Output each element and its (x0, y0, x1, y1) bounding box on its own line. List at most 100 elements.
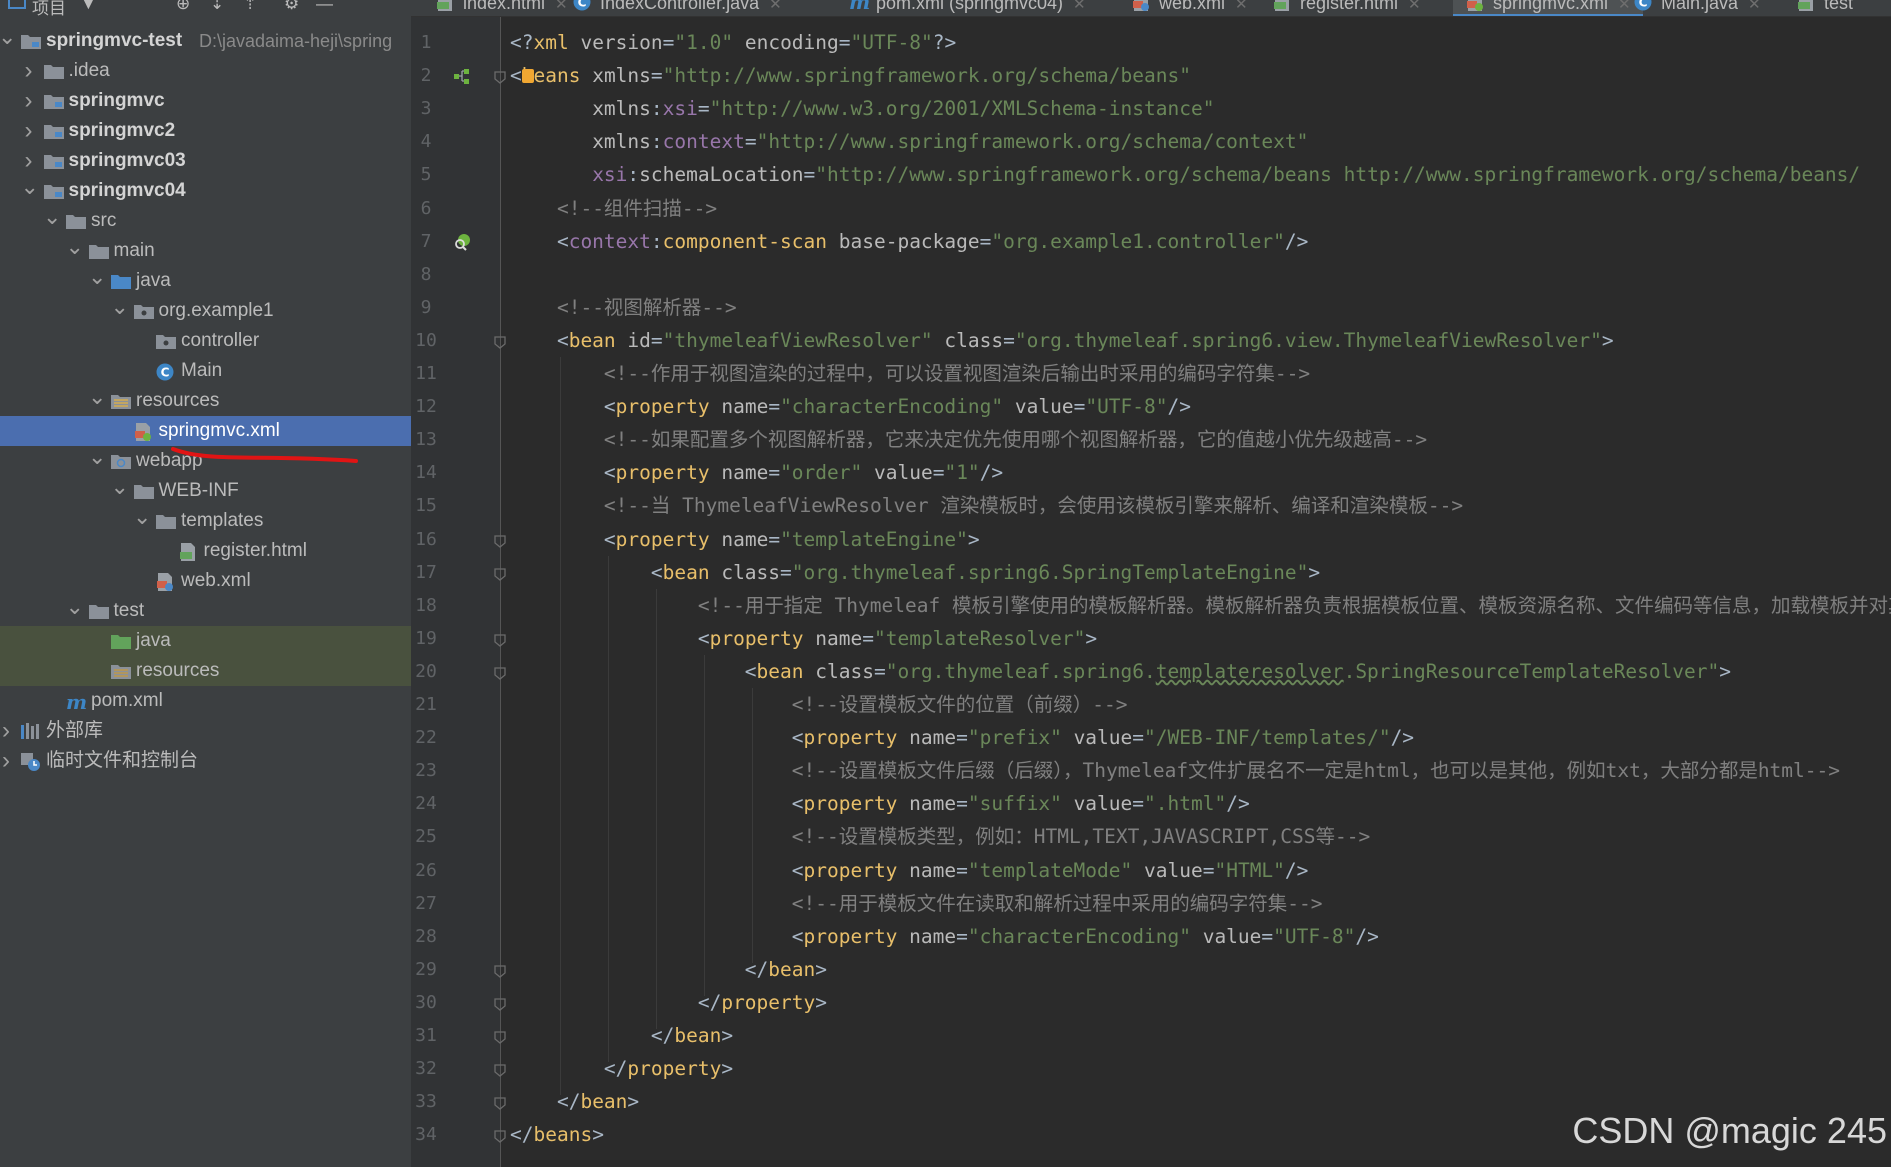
close-tab-icon[interactable]: ✕ (1748, 0, 1761, 13)
chevron-down-icon[interactable]: ⌄ (66, 236, 84, 266)
code-line[interactable]: <!--作用于视图渲染的过程中，可以设置视图渲染后输出时采用的编码字符集--> (510, 357, 1310, 390)
tree-item[interactable]: C Main (0, 356, 411, 386)
code-line[interactable]: <property name="templateEngine"> (510, 523, 980, 556)
tree-item[interactable]: web.xml (0, 566, 411, 596)
chevron-right-icon[interactable]: › (21, 56, 37, 86)
close-tab-icon[interactable]: ✕ (1408, 0, 1421, 13)
chevron-down-icon[interactable]: ⌄ (88, 446, 106, 476)
fold-marker-icon[interactable] (493, 1096, 507, 1111)
tree-item[interactable]: › 外部库 (0, 716, 411, 746)
code-line[interactable]: <property name="order" value="1"/> (510, 456, 1003, 489)
tree-item[interactable]: › springmvc03 (0, 146, 411, 176)
component-scan-gutter-icon[interactable] (452, 232, 472, 252)
intention-bulb-icon[interactable] (522, 69, 534, 84)
tree-item[interactable]: m pom.xml (0, 686, 411, 716)
collapse-all-icon[interactable]: ⇡ (243, 0, 257, 16)
editor-tab[interactable]: web.xml ✕ (1119, 0, 1260, 16)
tree-item[interactable]: register.html (0, 536, 411, 566)
tree-item[interactable]: › springmvc2 (0, 116, 411, 146)
close-tab-icon[interactable]: ✕ (1073, 0, 1086, 13)
tree-item[interactable]: resources (0, 656, 411, 686)
chevron-right-icon[interactable]: › (21, 116, 37, 146)
code-line[interactable]: <property name="templateResolver"> (510, 622, 1097, 655)
code-line[interactable]: </bean> (510, 1019, 733, 1052)
code-line[interactable]: <property name="prefix" value="/WEB-INF/… (510, 721, 1414, 754)
chevron-down-icon[interactable]: ⌄ (0, 26, 16, 56)
expand-all-icon[interactable]: ⇣ (210, 0, 224, 16)
code-line[interactable]: xmlns:context="http://www.springframewor… (510, 125, 1308, 158)
fold-marker-icon[interactable] (493, 1030, 507, 1044)
code-line[interactable]: </property> (510, 1052, 733, 1085)
code-line[interactable]: <bean class="org.thymeleaf.spring6.Sprin… (510, 556, 1320, 589)
chevron-right-icon[interactable]: › (0, 716, 14, 746)
editor-tab[interactable]: register.html ✕ (1260, 0, 1433, 16)
chevron-right-icon[interactable]: › (21, 146, 37, 176)
chevron-down-icon[interactable]: ⌄ (111, 296, 129, 326)
tree-item[interactable]: › 临时文件和控制台 (0, 746, 411, 776)
code-line[interactable]: <!--当 ThymeleafViewResolver 渲染模板时，会使用该模板… (510, 489, 1463, 522)
editor-tab[interactable]: springmvc.xml ✕ (1453, 0, 1643, 16)
fold-marker-icon[interactable] (493, 997, 507, 1011)
chevron-down-icon[interactable]: ⌄ (88, 386, 106, 416)
tree-item[interactable]: ⌄ main (0, 236, 411, 266)
fold-marker-icon[interactable] (493, 335, 507, 349)
code-line[interactable]: <!--设置模板类型，例如：HTML,TEXT,JAVASCRIPT,CSS等-… (510, 820, 1370, 853)
code-line[interactable]: <property name="characterEncoding" value… (510, 390, 1191, 423)
fold-marker-icon[interactable] (493, 534, 507, 548)
code-line[interactable]: xmlns:xsi="http://www.w3.org/2001/XMLSch… (510, 92, 1214, 125)
project-view-title[interactable]: 项目 (32, 0, 66, 18)
code-line[interactable]: <!--如果配置多个视图解析器，它来决定优先使用哪个视图解析器，它的值越小优先级… (510, 423, 1427, 456)
code-line[interactable]: <bean id="thymeleafViewResolver" class="… (510, 324, 1614, 357)
project-view-icon[interactable] (8, 0, 26, 16)
code-line[interactable]: </bean> (510, 953, 827, 986)
chevron-down-icon[interactable]: ⌄ (43, 206, 61, 236)
tree-item[interactable]: springmvc.xml (0, 416, 411, 446)
tree-item[interactable]: › .idea (0, 56, 411, 86)
chevron-right-icon[interactable]: › (21, 86, 37, 116)
tree-item[interactable]: java (0, 626, 411, 656)
code-line[interactable]: </bean> (510, 1085, 639, 1118)
tree-item[interactable]: ⌄ resources (0, 386, 411, 416)
fold-marker-icon[interactable] (493, 1063, 507, 1077)
code-line[interactable]: <property name="suffix" value=".html"/> (510, 787, 1250, 820)
code-line[interactable]: <bean class="org.thymeleaf.spring6.templ… (510, 655, 1731, 688)
fold-marker-icon[interactable] (493, 567, 507, 581)
editor-tab[interactable]: index.html ✕ (423, 0, 580, 16)
tree-item[interactable]: ⌄ java (0, 266, 411, 296)
chevron-down-icon[interactable]: ⌄ (88, 266, 106, 296)
chevron-down-icon[interactable]: ▼ (80, 0, 97, 16)
code-line[interactable]: <!--用于指定 Thymeleaf 模板引擎使用的模板解析器。模板解析器负责根… (510, 589, 1891, 622)
code-line[interactable]: <?xml version="1.0" encoding="UTF-8"?> (510, 26, 956, 59)
spring-bean-gutter-icon[interactable] (452, 66, 472, 86)
code-line[interactable]: <!--视图解析器--> (510, 291, 737, 324)
code-line[interactable]: <property name="templateMode" value="HTM… (510, 854, 1309, 887)
fold-marker-icon[interactable] (493, 1129, 507, 1144)
fold-marker-icon[interactable] (493, 666, 507, 680)
tree-item[interactable]: ⌄ WEB-INF (0, 476, 411, 506)
chevron-down-icon[interactable]: ⌄ (66, 596, 84, 626)
code-line[interactable]: xsi:schemaLocation="http://www.springfra… (510, 158, 1860, 191)
fold-marker-icon[interactable] (493, 964, 507, 978)
tree-item[interactable]: ⌄ springmvc-test D:\javadaima-heji\spring (0, 26, 411, 56)
tree-item[interactable]: controller (0, 326, 411, 356)
editor-tab[interactable]: C IndexController.java ✕ (560, 0, 794, 16)
code-line[interactable]: <context:component-scan base-package="or… (510, 225, 1308, 258)
code-line[interactable]: <beans xmlns="http://www.springframework… (510, 59, 1191, 92)
fold-marker-icon[interactable] (493, 633, 507, 647)
code-line[interactable]: <!--用于模板文件在读取和解析过程中采用的编码字符集--> (510, 887, 1323, 920)
code-line[interactable]: </property> (510, 986, 827, 1019)
gear-icon[interactable]: ⚙ (284, 0, 299, 16)
editor-tab[interactable]: test (1784, 0, 1865, 16)
tree-item[interactable]: ⌄ org.example1 (0, 296, 411, 326)
hide-icon[interactable]: — (316, 0, 333, 16)
code-line[interactable]: <!--设置模板文件后缀（后缀），Thymeleaf文件扩展名不一定是html，… (510, 754, 1840, 787)
chevron-down-icon[interactable]: ⌄ (111, 476, 129, 506)
close-tab-icon[interactable]: ✕ (769, 0, 782, 13)
tree-item[interactable]: ⌄ springmvc04 (0, 176, 411, 206)
chevron-down-icon[interactable]: ⌄ (133, 506, 151, 536)
fold-marker-icon[interactable] (493, 70, 507, 84)
editor-tab[interactable]: C Main.java ✕ (1621, 0, 1773, 16)
chevron-right-icon[interactable]: › (0, 746, 14, 776)
tree-item[interactable]: › springmvc (0, 86, 411, 116)
editor-tab[interactable]: m pom.xml (springmvc04) ✕ (836, 0, 1098, 16)
